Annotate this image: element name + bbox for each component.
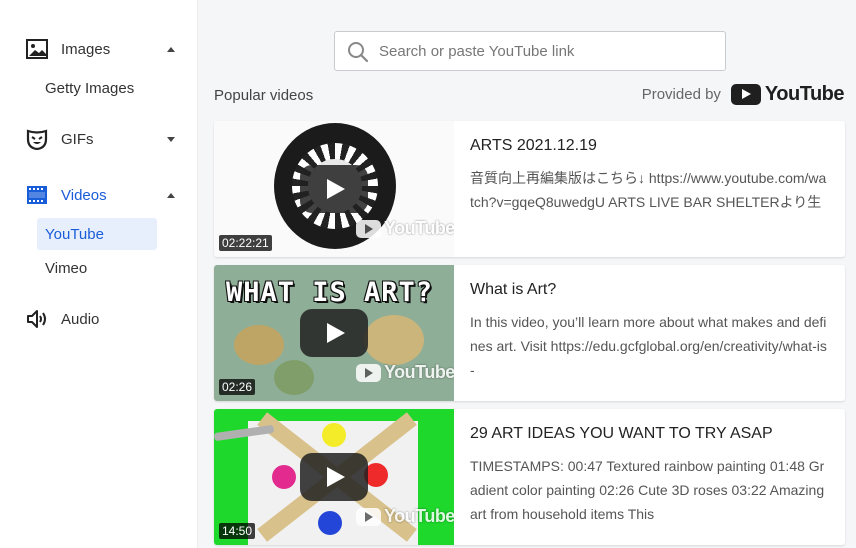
youtube-watermark: YouTube — [356, 362, 454, 383]
nav-gifs[interactable]: GIFs — [0, 126, 198, 152]
thumbnail-art — [364, 315, 424, 365]
video-card[interactable]: YouTube 14:50 29 ART IDEAS YOU WANT TO T… — [214, 409, 845, 545]
video-card[interactable]: WHAT IS ART? YouTube 02:26 What is Art? … — [214, 265, 845, 401]
chevron-down-icon[interactable] — [167, 136, 175, 142]
youtube-logo: YouTube — [730, 83, 845, 106]
thumbnail-text: WHAT IS ART? — [226, 277, 434, 308]
video-thumbnail[interactable]: WHAT IS ART? YouTube 02:26 — [214, 265, 454, 401]
film-icon — [25, 183, 49, 207]
play-icon[interactable] — [300, 309, 368, 357]
nav-audio-label: Audio — [61, 310, 100, 328]
youtube-play-icon — [730, 84, 761, 105]
search-input[interactable] — [379, 40, 709, 62]
nav-images[interactable]: Images — [0, 36, 198, 62]
video-card[interactable]: YouTube 02:22:21 ARTS 2021.12.19 音質向上再編集… — [214, 121, 845, 257]
watermark-text: YouTube — [384, 218, 454, 238]
youtube-watermark: YouTube — [356, 218, 454, 239]
video-info: What is Art? In this video, you’ll learn… — [470, 281, 830, 382]
provided-by: Provided by YouTube — [641, 83, 845, 106]
nav-audio[interactable]: Audio — [0, 306, 198, 332]
section-title: Popular videos — [214, 87, 314, 104]
provided-by-label: Provided by — [641, 86, 721, 103]
sidebar: Images Getty Images GIFs Videos YouTube … — [0, 0, 198, 548]
nav-images-label: Images — [61, 40, 111, 58]
watermark-text: YouTube — [384, 506, 454, 526]
video-info: 29 ART IDEAS YOU WANT TO TRY ASAP TIMEST… — [470, 425, 830, 526]
speaker-icon — [25, 307, 49, 331]
video-thumbnail[interactable]: YouTube 14:50 — [214, 409, 454, 545]
video-thumbnail[interactable]: YouTube 02:22:21 — [214, 121, 454, 257]
thumbnail-art — [272, 465, 296, 489]
play-icon[interactable] — [300, 165, 368, 213]
search-box[interactable] — [334, 31, 726, 71]
sub-item-getty-images[interactable]: Getty Images — [37, 72, 157, 104]
video-title: 29 ART IDEAS YOU WANT TO TRY ASAP — [470, 425, 773, 442]
youtube-play-icon — [356, 219, 381, 238]
video-duration: 02:26 — [219, 379, 256, 395]
video-info: ARTS 2021.12.19 音質向上再編集版はこちら↓ https://ww… — [470, 137, 830, 238]
thumbnail-art — [322, 423, 346, 447]
thumbnail-art — [274, 360, 314, 395]
thumbnail-art — [234, 325, 284, 365]
youtube-play-icon — [356, 507, 381, 526]
video-title: What is Art? — [470, 281, 557, 298]
youtube-watermark: YouTube — [356, 506, 454, 527]
video-description: TIMESTAMPS: 00:47 Textured rainbow paint… — [470, 458, 825, 522]
image-icon — [25, 37, 49, 61]
watermark-text: YouTube — [384, 362, 454, 382]
youtube-play-icon — [356, 363, 381, 382]
chevron-up-icon[interactable] — [167, 46, 175, 52]
video-description: 音質向上再編集版はこちら↓ https://www.youtube.com/wa… — [470, 170, 827, 210]
video-duration: 14:50 — [219, 523, 256, 539]
thumbnail-art — [318, 511, 342, 535]
nav-gifs-label: GIFs — [61, 130, 94, 148]
nav-videos-label: Videos — [61, 186, 107, 204]
main-panel: Popular videos Provided by YouTube YouTu… — [198, 0, 856, 548]
youtube-logo-text: YouTube — [764, 83, 845, 105]
play-icon[interactable] — [300, 453, 368, 501]
video-duration: 02:22:21 — [219, 235, 272, 251]
sub-item-vimeo[interactable]: Vimeo — [37, 252, 157, 284]
chevron-up-icon[interactable] — [167, 192, 175, 198]
video-title: ARTS 2021.12.19 — [470, 137, 597, 154]
sub-item-youtube[interactable]: YouTube — [37, 218, 157, 250]
video-description: In this video, you’ll learn more about w… — [470, 314, 827, 378]
gif-mask-icon — [25, 127, 49, 151]
nav-videos[interactable]: Videos — [0, 182, 198, 208]
search-icon — [348, 42, 369, 63]
